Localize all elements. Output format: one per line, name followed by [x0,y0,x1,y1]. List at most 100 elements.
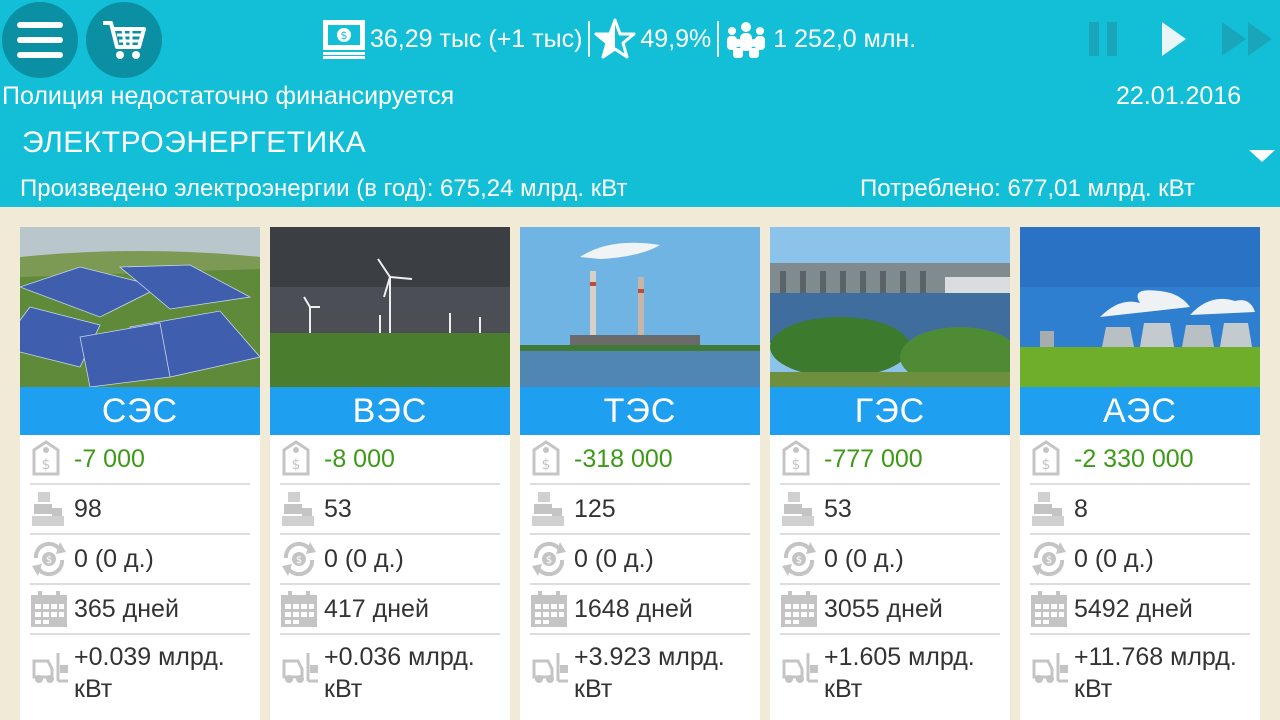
hydro-plant-image [770,227,1010,387]
cost-value: -777 000 [824,445,923,473]
cost-row: $ -777 000 [780,435,1000,485]
svg-text:$: $ [46,555,52,566]
factory-stack-icon [1030,489,1074,529]
plant-name: СЭС [20,387,260,435]
price-tag-icon: $ [1030,439,1074,479]
rating-stat[interactable]: 49,9% [594,18,711,60]
solar-plant-image [20,227,260,387]
cycle-coin-icon: $ [1030,539,1074,579]
power-value: +11.768 млрд. кВт [1074,643,1237,703]
chevron-down-icon[interactable] [1249,150,1275,162]
days-value: 5492 дней [1074,595,1193,623]
count-value: 98 [74,495,102,523]
calendar-icon [280,589,324,629]
svg-text:$: $ [546,555,552,566]
power-value: +0.036 млрд. кВт [324,643,475,703]
price-tag-icon: $ [280,439,324,479]
days-value: 3055 дней [824,595,943,623]
power-row: +1.605 млрд. кВт [780,635,1000,715]
banknote-icon: $ [323,20,365,59]
cycle-coin-icon: $ [280,539,324,579]
income-value: 0 (0 д.) [1074,545,1154,573]
plant-card-solar[interactable]: СЭС $ -7 000 98 $ 0 (0 д.) 365 дней +0.0… [20,227,260,720]
star-icon [594,18,636,59]
cost-value: -318 000 [574,445,673,473]
fast-forward-icon [1222,22,1272,56]
energy-consumed: Потреблено: 677,01 млрд. кВт [860,175,1195,202]
power-value: +3.923 млрд. кВт [574,643,725,703]
svg-text:$: $ [792,457,801,473]
menu-button[interactable] [2,2,78,78]
cost-value: -2 330 000 [1074,445,1194,473]
wind-plant-image [270,227,510,387]
pause-icon [1089,22,1117,56]
cost-row: $ -318 000 [530,435,750,485]
pause-button[interactable] [1089,20,1119,58]
count-row: 8 [1030,485,1250,535]
forklift-icon [1030,647,1074,687]
count-row: 98 [30,485,250,535]
stat-divider [588,21,591,57]
days-row: 1648 дней [530,585,750,635]
income-row: $ 0 (0 д.) [30,535,250,585]
population-value: 1 252,0 млн. [773,24,917,53]
power-row: +11.768 млрд. кВт [1030,635,1250,715]
thermal-plant-image [520,227,760,387]
income-value: 0 (0 д.) [74,545,154,573]
power-row: +0.039 млрд. кВт [30,635,250,715]
rating-value: 49,9% [640,24,712,53]
factory-stack-icon [530,489,574,529]
days-value: 365 дней [74,595,179,623]
income-row: $ 0 (0 д.) [530,535,750,585]
svg-text:$: $ [1042,457,1051,473]
cost-row: $ -7 000 [30,435,250,485]
play-icon [1162,22,1186,56]
price-tag-icon: $ [780,439,824,479]
plant-card-nuclear[interactable]: АЭС $ -2 330 000 8 $ 0 (0 д.) 5492 дней … [1020,227,1260,720]
money-value: 36,29 тыс (+1 тыс) [370,24,583,53]
cost-value: -7 000 [74,445,145,473]
svg-text:$: $ [341,29,348,42]
fast-forward-button[interactable] [1222,20,1276,58]
svg-text:$: $ [542,457,551,473]
income-value: 0 (0 д.) [324,545,404,573]
people-icon [727,22,766,58]
calendar-icon [30,589,74,629]
income-value: 0 (0 д.) [574,545,654,573]
days-row: 5492 дней [1030,585,1250,635]
count-row: 125 [530,485,750,535]
forklift-icon [780,647,824,687]
income-row: $ 0 (0 д.) [280,535,500,585]
calendar-icon [780,589,824,629]
plant-card-thermal[interactable]: ТЭС $ -318 000 125 $ 0 (0 д.) 1648 дней … [520,227,760,720]
plant-card-hydro[interactable]: ГЭС $ -777 000 53 $ 0 (0 д.) 3055 дней +… [770,227,1010,720]
page-title: ЭЛЕКТРОЭНЕРГЕТИКА [22,126,367,159]
play-button[interactable] [1160,20,1190,58]
cart-button[interactable] [86,2,162,78]
top-bar: $ 36,29 тыс (+1 тыс) 49,9% 1 252,0 млн. … [0,0,1280,207]
plant-name: АЭС [1020,387,1260,435]
count-value: 8 [1074,495,1088,523]
stat-divider [717,21,720,57]
factory-stack-icon [30,489,74,529]
plant-name: ВЭС [270,387,510,435]
calendar-icon [1030,589,1074,629]
cycle-coin-icon: $ [530,539,574,579]
income-value: 0 (0 д.) [824,545,904,573]
count-row: 53 [780,485,1000,535]
plant-name: ТЭС [520,387,760,435]
svg-text:$: $ [42,457,51,473]
population-stat[interactable]: 1 252,0 млн. [723,19,916,59]
plant-card-wind[interactable]: ВЭС $ -8 000 53 $ 0 (0 д.) 417 дней +0.0… [270,227,510,720]
stats-bar: $ 36,29 тыс (+1 тыс) 49,9% 1 252,0 млн. [322,16,916,62]
income-row: $ 0 (0 д.) [1030,535,1250,585]
power-value: +0.039 млрд. кВт [74,643,225,703]
plant-name: ГЭС [770,387,1010,435]
svg-text:$: $ [1046,555,1052,566]
energy-produced: Произведено электроэнергии (в год): 675,… [20,175,628,202]
calendar-icon [530,589,574,629]
days-value: 417 дней [324,595,429,623]
money-stat[interactable]: $ 36,29 тыс (+1 тыс) [322,19,582,59]
cost-value: -8 000 [324,445,395,473]
forklift-icon [30,647,74,687]
